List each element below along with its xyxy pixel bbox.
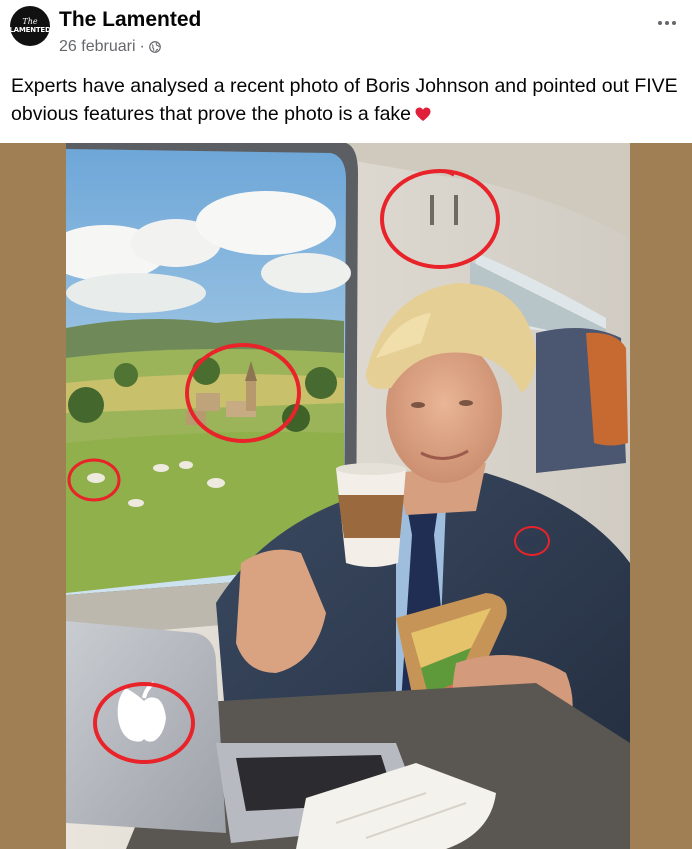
post-photo-frame[interactable] [0,143,692,849]
post-date-link[interactable]: 26 februari [59,38,136,56]
page-avatar[interactable]: The LAMENTED [10,6,50,46]
avatar-main-text: LAMENTED [10,26,50,34]
post-meta: 26 februari · [59,38,161,56]
post-photo[interactable] [66,143,630,849]
more-options-button[interactable] [654,10,680,36]
more-options-icon [658,21,676,25]
avatar-top-text: The [22,17,38,26]
post-header: The LAMENTED The Lamented 26 februari · [0,0,692,64]
post-caption: Experts have analysed a recent photo of … [11,72,686,128]
red-heart-icon [415,107,431,122]
caption-text: Experts have analysed a recent photo of … [11,75,678,125]
page-name-link[interactable]: The Lamented [59,8,201,32]
meta-separator: · [139,38,145,55]
globe-icon[interactable] [148,41,161,53]
